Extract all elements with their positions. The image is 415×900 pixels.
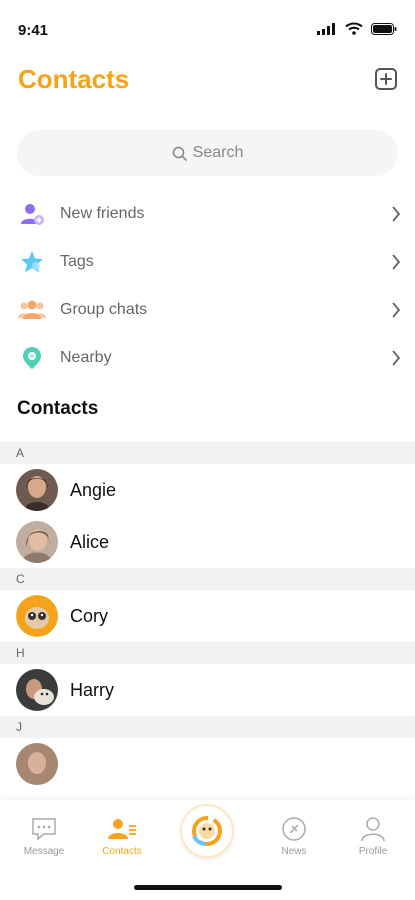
- chevron-right-icon: [392, 206, 401, 222]
- avatar: [16, 669, 58, 711]
- tab-bar: Message Contacts News Profile: [0, 800, 415, 900]
- mascot-icon: [192, 816, 222, 846]
- contact-name: Angie: [70, 479, 117, 500]
- menu-item-label: Nearby: [60, 349, 112, 366]
- status-bar: 9:41: [0, 0, 415, 56]
- contacts-section-title: Contacts: [17, 398, 99, 419]
- avatar: [16, 595, 58, 637]
- menu-item-new-friends[interactable]: New friends: [0, 190, 415, 238]
- avatar: [16, 469, 58, 511]
- news-icon: [259, 814, 329, 844]
- wifi-icon: [345, 22, 363, 35]
- group-header-j: J: [0, 716, 415, 738]
- avatar: [16, 743, 58, 785]
- battery-icon: [371, 22, 397, 35]
- tab-news[interactable]: News: [259, 814, 329, 857]
- page-title: Contacts: [18, 64, 130, 94]
- contact-row-partial[interactable]: [0, 738, 415, 790]
- add-person-icon: [18, 200, 46, 228]
- tab-label: News: [281, 846, 307, 857]
- shortcut-menu: New friends Tags Group chats Nearby: [0, 190, 415, 382]
- add-contact-button[interactable]: [375, 68, 397, 90]
- tab-label: Profile: [358, 846, 388, 857]
- search-icon: [172, 146, 187, 161]
- contacts-icon: [87, 814, 157, 844]
- tab-profile[interactable]: Profile: [338, 814, 408, 857]
- contact-row-angie[interactable]: Angie: [0, 464, 415, 516]
- group-header-a: A: [0, 442, 415, 464]
- menu-item-nearby[interactable]: Nearby: [0, 334, 415, 382]
- header: Contacts: [0, 60, 415, 100]
- group-header-h: H: [0, 642, 415, 664]
- tab-label: Message: [23, 846, 65, 857]
- menu-item-group-chats[interactable]: Group chats: [0, 286, 415, 334]
- contact-row-alice[interactable]: Alice: [0, 516, 415, 568]
- home-indicator: [134, 885, 282, 890]
- center-action-button[interactable]: [182, 806, 232, 856]
- menu-item-label: New friends: [60, 205, 145, 222]
- tab-message[interactable]: Message: [9, 814, 79, 857]
- menu-item-label: Tags: [60, 253, 94, 270]
- avatar: [16, 521, 58, 563]
- profile-icon: [338, 814, 408, 844]
- plus-icon: [380, 73, 392, 85]
- tab-label: Contacts: [102, 846, 142, 857]
- star-icon: [18, 248, 46, 276]
- chevron-right-icon: [392, 302, 401, 318]
- contact-row-cory[interactable]: Cory: [0, 590, 415, 642]
- chevron-right-icon: [392, 254, 401, 270]
- search-bar[interactable]: Search: [17, 130, 398, 176]
- contact-name: Alice: [70, 531, 110, 552]
- status-icons: [317, 22, 397, 35]
- chevron-right-icon: [392, 350, 401, 366]
- cellular-signal-icon: [317, 22, 335, 35]
- contact-list: A Angie Alice C Cory H Harry J: [0, 442, 415, 790]
- location-pin-icon: [18, 344, 46, 372]
- tab-contacts[interactable]: Contacts: [87, 814, 157, 857]
- contact-row-harry[interactable]: Harry: [0, 664, 415, 716]
- search-placeholder: Search: [192, 144, 244, 161]
- group-icon: [18, 296, 46, 324]
- status-time: 9:41: [18, 22, 49, 39]
- message-icon: [9, 814, 79, 844]
- group-header-c: C: [0, 568, 415, 590]
- menu-item-label: Group chats: [60, 301, 148, 318]
- menu-item-tags[interactable]: Tags: [0, 238, 415, 286]
- contact-name: Harry: [70, 679, 114, 700]
- contact-name: Cory: [70, 605, 109, 626]
